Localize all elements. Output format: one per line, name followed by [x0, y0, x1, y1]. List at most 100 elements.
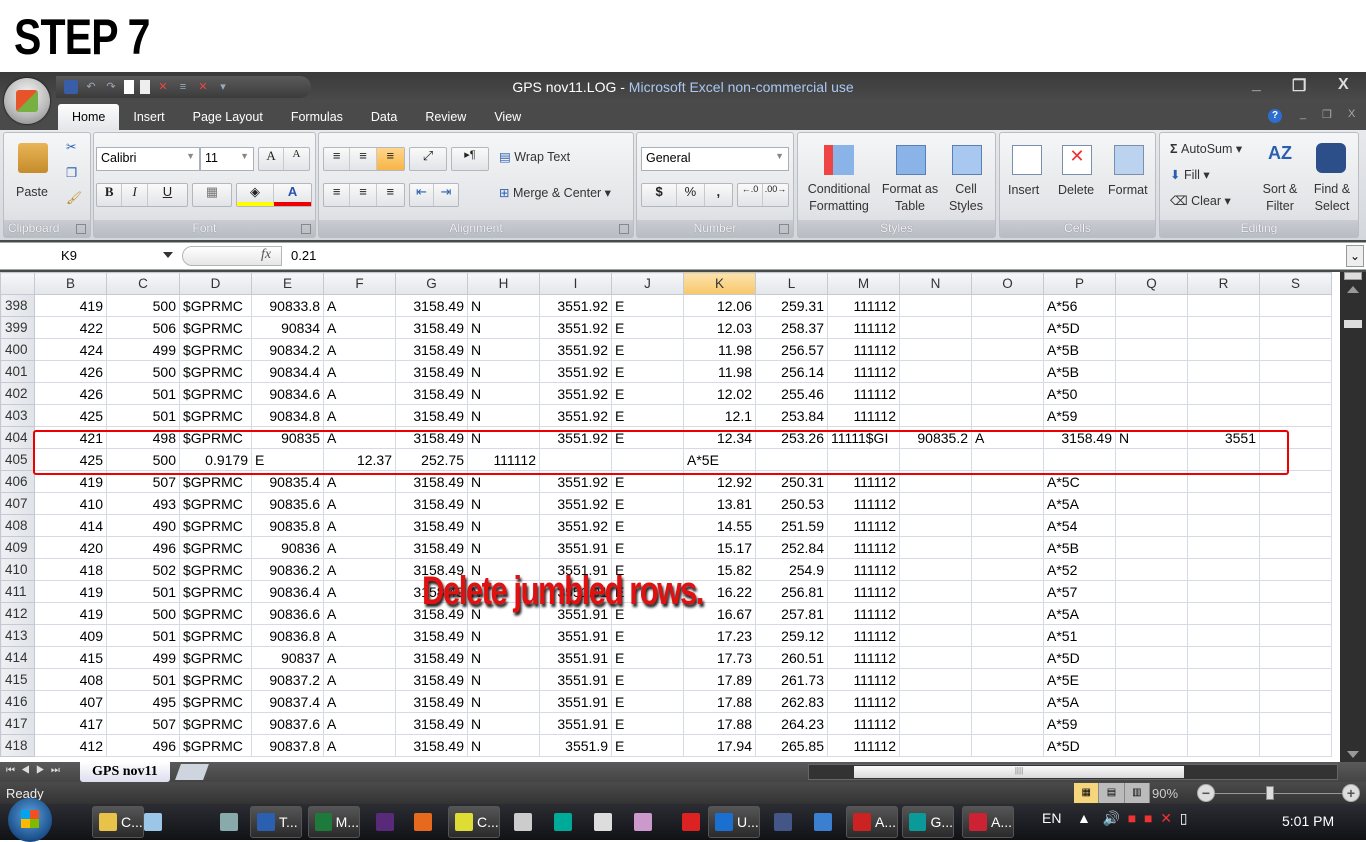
cell-b408[interactable]: 414: [34, 514, 107, 537]
cell-s400[interactable]: [1259, 338, 1332, 361]
cell-l418[interactable]: 265.85: [755, 734, 828, 757]
sheet-tab[interactable]: GPS nov11: [80, 762, 170, 782]
cell-q401[interactable]: [1115, 360, 1188, 383]
cell-s418[interactable]: [1259, 734, 1332, 757]
cell-g415[interactable]: 3158.49: [395, 668, 468, 691]
row-header[interactable]: 405: [0, 448, 35, 471]
scroll-up-icon[interactable]: [1347, 286, 1359, 293]
cell-j418[interactable]: E: [611, 734, 684, 757]
cell-e407[interactable]: 90835.6: [251, 492, 324, 515]
cell-n404[interactable]: 90835.2: [899, 426, 972, 449]
cell-q416[interactable]: [1115, 690, 1188, 713]
cell-j398[interactable]: E: [611, 294, 684, 317]
cell-f413[interactable]: A: [323, 624, 396, 647]
row-header[interactable]: 400: [0, 338, 35, 361]
cell-j407[interactable]: E: [611, 492, 684, 515]
cell-f403[interactable]: A: [323, 404, 396, 427]
cell-r406[interactable]: [1187, 470, 1260, 493]
cell-p412[interactable]: A*5A: [1043, 602, 1116, 625]
cell-j413[interactable]: E: [611, 624, 684, 647]
cell-r398[interactable]: [1187, 294, 1260, 317]
cell-l406[interactable]: 250.31: [755, 470, 828, 493]
dialog-launcher-icon[interactable]: [76, 224, 86, 234]
cell-g398[interactable]: 3158.49: [395, 294, 468, 317]
cell-e415[interactable]: 90837.2: [251, 668, 324, 691]
taskbar-item[interactable]: M...: [308, 806, 360, 838]
cell-o402[interactable]: [971, 382, 1044, 405]
cell-o416[interactable]: [971, 690, 1044, 713]
insert-function-icon[interactable]: fx: [261, 247, 271, 263]
cell-g418[interactable]: 3158.49: [395, 734, 468, 757]
start-button[interactable]: [8, 798, 52, 842]
text-direction-button[interactable]: ▸¶: [451, 147, 489, 171]
font-name-dropdown[interactable]: Calibri ▼: [96, 147, 200, 171]
cell-n409[interactable]: [899, 536, 972, 559]
cell-s402[interactable]: [1259, 382, 1332, 405]
cell-q398[interactable]: [1115, 294, 1188, 317]
cell-k408[interactable]: 14.55: [683, 514, 756, 537]
cell-n414[interactable]: [899, 646, 972, 669]
cell-r408[interactable]: [1187, 514, 1260, 537]
cell-l414[interactable]: 260.51: [755, 646, 828, 669]
decrease-decimal-icon[interactable]: .00→: [763, 184, 788, 206]
decrease-indent-icon[interactable]: ⇤: [410, 184, 435, 206]
cell-e414[interactable]: 90837: [251, 646, 324, 669]
cell-s416[interactable]: [1259, 690, 1332, 713]
cell-o401[interactable]: [971, 360, 1044, 383]
cell-q402[interactable]: [1115, 382, 1188, 405]
taskbar-item[interactable]: [628, 806, 652, 838]
cell-s413[interactable]: [1259, 624, 1332, 647]
expand-formula-bar-icon[interactable]: ⌄: [1346, 245, 1364, 267]
cell-m417[interactable]: 111112: [827, 712, 900, 735]
merge-center-button[interactable]: ⊞ Merge & Center ▾: [499, 185, 611, 200]
cell-m411[interactable]: 111112: [827, 580, 900, 603]
cell-k403[interactable]: 12.1: [683, 404, 756, 427]
cell-j409[interactable]: E: [611, 536, 684, 559]
row-header[interactable]: 401: [0, 360, 35, 383]
column-header-b[interactable]: B: [34, 272, 107, 295]
bottom-align-icon[interactable]: ≡: [376, 148, 404, 170]
cell-g408[interactable]: 3158.49: [395, 514, 468, 537]
cell-e410[interactable]: 90836.2: [251, 558, 324, 581]
cell-b398[interactable]: 419: [34, 294, 107, 317]
fill-button[interactable]: ⬇ Fill ▾: [1170, 167, 1210, 182]
antivirus-icon[interactable]: ■: [1144, 810, 1152, 826]
column-header-g[interactable]: G: [395, 272, 468, 295]
cell-i417[interactable]: 3551.91: [539, 712, 612, 735]
cell-d406[interactable]: $GPRMC: [179, 470, 252, 493]
cell-i414[interactable]: 3551.91: [539, 646, 612, 669]
cell-l404[interactable]: 253.26: [755, 426, 828, 449]
comma-button[interactable]: ,: [705, 184, 732, 206]
help-icon[interactable]: ?: [1268, 109, 1282, 123]
percent-button[interactable]: %: [677, 184, 705, 206]
fill-color-icon[interactable]: ◈: [237, 184, 275, 206]
cell-n406[interactable]: [899, 470, 972, 493]
cell-h415[interactable]: N: [467, 668, 540, 691]
cell-s412[interactable]: [1259, 602, 1332, 625]
cell-l402[interactable]: 255.46: [755, 382, 828, 405]
cell-q412[interactable]: [1115, 602, 1188, 625]
cell-d405[interactable]: 0.9179: [179, 448, 252, 471]
cell-j401[interactable]: E: [611, 360, 684, 383]
cell-r403[interactable]: [1187, 404, 1260, 427]
row-header[interactable]: 402: [0, 382, 35, 405]
cell-m403[interactable]: 111112: [827, 404, 900, 427]
cell-n401[interactable]: [899, 360, 972, 383]
cell-r409[interactable]: [1187, 536, 1260, 559]
scroll-thumb[interactable]: [1344, 320, 1362, 328]
taskbar-item[interactable]: U...: [708, 806, 760, 838]
column-header-m[interactable]: M: [827, 272, 900, 295]
cell-h418[interactable]: N: [467, 734, 540, 757]
cell-f404[interactable]: A: [323, 426, 396, 449]
cell-n415[interactable]: [899, 668, 972, 691]
cell-c413[interactable]: 501: [106, 624, 180, 647]
cell-d408[interactable]: $GPRMC: [179, 514, 252, 537]
cell-m404[interactable]: 11111$GI: [827, 426, 900, 449]
cell-m418[interactable]: 111112: [827, 734, 900, 757]
column-header-d[interactable]: D: [179, 272, 252, 295]
cell-m405[interactable]: [827, 448, 900, 471]
cell-g403[interactable]: 3158.49: [395, 404, 468, 427]
cell-d411[interactable]: $GPRMC: [179, 580, 252, 603]
align-right-icon[interactable]: ≡: [377, 184, 404, 206]
find-select-button[interactable]: Find & Select: [1310, 181, 1354, 215]
